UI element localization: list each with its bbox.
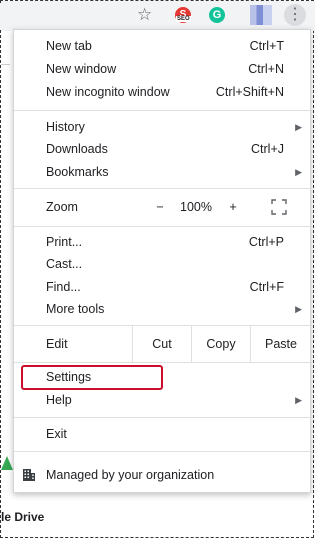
more-menu-icon[interactable]: ⋮ [284, 4, 306, 26]
menu-item-new-tab[interactable]: New tab Ctrl+T [14, 35, 310, 58]
copy-button[interactable]: Copy [191, 326, 250, 362]
page-drive-text: le Drive [1, 510, 45, 524]
paste-button[interactable]: Paste [250, 326, 311, 362]
menu-item-history[interactable]: History ▶ [14, 116, 310, 139]
menu-item-label: New incognito window [46, 85, 170, 99]
zoom-level: 100% [180, 200, 212, 214]
menu-item-help[interactable]: Help ▶ [14, 389, 310, 412]
grammarly-extension-icon[interactable]: G [209, 7, 225, 23]
menu-item-shortcut: Ctrl+P [248, 235, 284, 249]
chevron-right-icon: ▶ [295, 122, 302, 132]
chevron-right-icon: ▶ [295, 395, 302, 405]
zoom-out-button[interactable]: − [154, 189, 166, 225]
menu-item-label: Downloads [46, 142, 108, 156]
browser-toolbar: ☆ S SEO G ⋮ [0, 1, 315, 31]
menu-item-label: New window [46, 62, 117, 76]
menu-row-edit: Edit Cut Copy Paste [14, 326, 310, 362]
fullscreen-icon[interactable] [271, 199, 287, 215]
menu-item-print[interactable]: Print... Ctrl+P [14, 231, 310, 254]
chrome-main-menu: New tab Ctrl+T New window Ctrl+N New inc… [13, 29, 311, 493]
menu-item-label: Print... [46, 235, 83, 249]
menu-item-label: History [46, 120, 85, 134]
menu-item-label: Managed by your organization [46, 468, 215, 482]
menu-item-label: Cast... [46, 257, 83, 271]
menu-item-shortcut: Ctrl+F [249, 280, 284, 294]
zoom-label: Zoom [46, 200, 78, 214]
google-drive-icon [1, 456, 13, 470]
menu-item-label: Help [46, 393, 72, 407]
menu-separator [14, 110, 310, 111]
menu-item-shortcut: Ctrl+N [248, 62, 284, 76]
edit-label: Edit [46, 337, 68, 351]
menu-item-downloads[interactable]: Downloads Ctrl+J [14, 138, 310, 161]
menu-item-label: New tab [46, 39, 92, 53]
menu-item-label: More tools [46, 302, 105, 316]
page-divider [1, 64, 10, 65]
profile-avatar[interactable] [250, 5, 272, 25]
settings-highlight-box [21, 365, 163, 390]
browser-window: ☆ S SEO G ⋮ le Drive New tab Ctrl+T New w… [0, 0, 315, 538]
zoom-in-button[interactable]: + [227, 189, 239, 225]
menu-item-new-window[interactable]: New window Ctrl+N [14, 58, 310, 81]
menu-separator [14, 451, 310, 452]
menu-item-shortcut: Ctrl+J [251, 142, 284, 156]
menu-item-cast[interactable]: Cast... [14, 253, 310, 276]
menu-item-label: Exit [46, 427, 67, 441]
menu-separator [14, 362, 310, 363]
menu-item-label: Bookmarks [46, 165, 109, 179]
menu-item-shortcut: Ctrl+T [249, 39, 284, 53]
menu-item-bookmarks[interactable]: Bookmarks ▶ [14, 161, 310, 184]
menu-item-more-tools[interactable]: More tools ▶ [14, 298, 310, 321]
menu-separator [14, 226, 310, 227]
menu-item-find[interactable]: Find... Ctrl+F [14, 276, 310, 299]
menu-separator [14, 417, 310, 418]
chevron-right-icon: ▶ [295, 167, 302, 177]
seo-badge-text: SEO [176, 16, 191, 22]
building-icon [23, 469, 35, 481]
cut-button[interactable]: Cut [132, 326, 191, 362]
menu-row-zoom: Zoom − 100% + [14, 189, 310, 225]
menu-item-label: Find... [46, 280, 81, 294]
menu-item-new-incognito-window[interactable]: New incognito window Ctrl+Shift+N [14, 81, 310, 104]
seo-extension-icon[interactable]: S SEO [175, 7, 191, 23]
menu-item-exit[interactable]: Exit [14, 423, 310, 446]
chevron-right-icon: ▶ [295, 304, 302, 314]
star-icon[interactable]: ☆ [137, 5, 152, 25]
menu-item-managed-by-organization[interactable]: Managed by your organization [14, 458, 310, 492]
menu-item-shortcut: Ctrl+Shift+N [215, 85, 284, 99]
